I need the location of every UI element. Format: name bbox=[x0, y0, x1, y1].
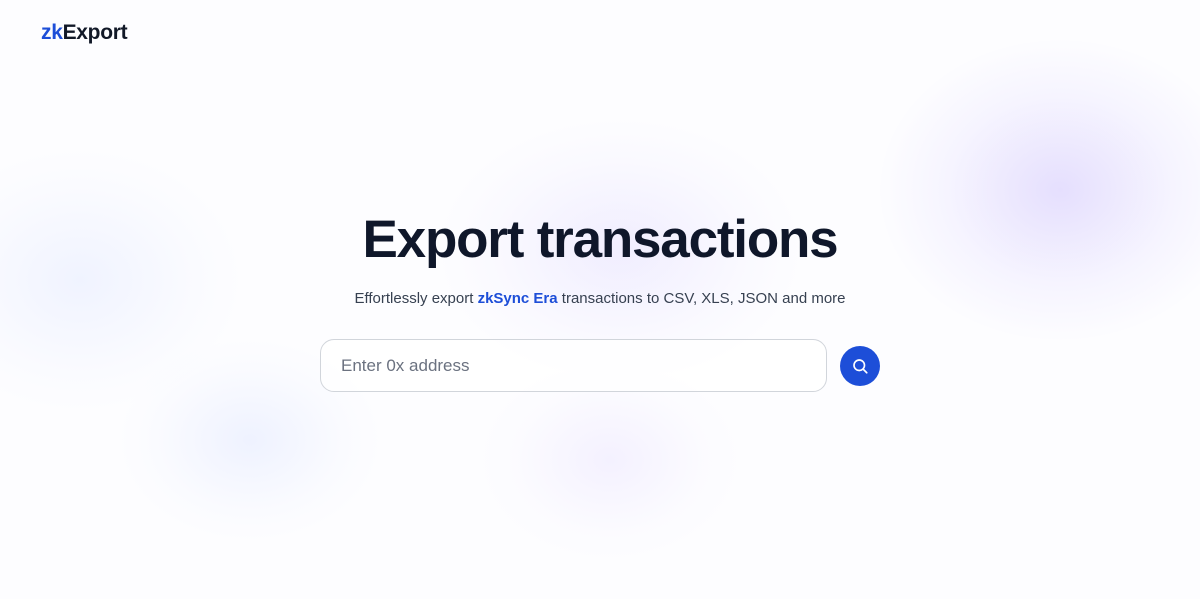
page: zkExport Export transactions Effortlessl… bbox=[0, 0, 1200, 599]
address-search-input[interactable] bbox=[320, 339, 827, 392]
logo-suffix: Export bbox=[62, 21, 128, 44]
logo-prefix: zk bbox=[41, 21, 63, 44]
search-icon bbox=[851, 357, 869, 375]
logo-link[interactable]: zkExport bbox=[41, 21, 128, 45]
search-button[interactable] bbox=[840, 346, 880, 386]
subtitle-text-before: Effortlessly export bbox=[354, 290, 478, 307]
background-glow-left bbox=[0, 150, 240, 410]
subtitle-highlight: zkSync Era bbox=[477, 290, 558, 307]
page-subtitle: Effortlessly export zkSync Era transacti… bbox=[0, 289, 1200, 309]
page-title: Export transactions bbox=[362, 210, 839, 269]
subtitle-text-after: transactions to CSV, XLS, JSON and more bbox=[557, 290, 846, 307]
